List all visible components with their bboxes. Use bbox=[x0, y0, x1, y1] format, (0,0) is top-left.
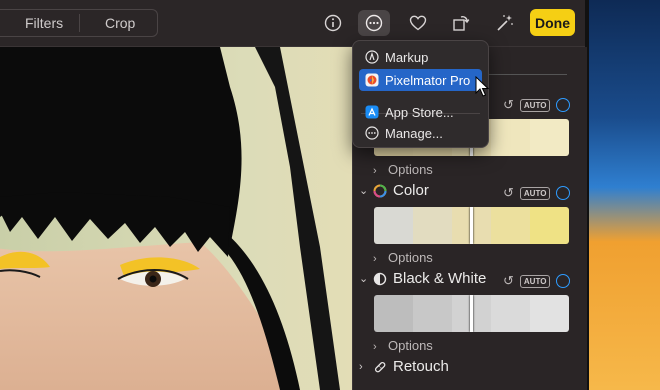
extensions-button[interactable] bbox=[358, 10, 390, 36]
panel-divider bbox=[483, 74, 567, 75]
section-retouch[interactable]: › Retouch bbox=[359, 358, 449, 375]
auto-button[interactable]: AUTO bbox=[519, 186, 551, 200]
section-title: Retouch bbox=[393, 358, 449, 375]
pixelmator-pro-icon bbox=[365, 73, 379, 87]
color-thumbnail-strip[interactable] bbox=[374, 207, 569, 244]
chevron-right-icon: › bbox=[373, 165, 377, 177]
reset-icon[interactable]: ↺ bbox=[503, 185, 514, 201]
magic-wand-icon bbox=[497, 15, 513, 31]
edit-tabs-segmented-control: Filters Crop bbox=[0, 9, 158, 37]
menu-item-pixelmator-pro[interactable]: Pixelmator Pro bbox=[359, 69, 482, 91]
info-button[interactable] bbox=[317, 10, 349, 36]
menu-item-manage[interactable]: Manage... bbox=[359, 122, 482, 144]
section-title: Color bbox=[393, 182, 429, 199]
chevron-right-icon: › bbox=[359, 360, 363, 373]
black-white-options-toggle[interactable]: › Options bbox=[373, 338, 433, 353]
enable-toggle[interactable] bbox=[556, 98, 571, 112]
rotate-button[interactable] bbox=[445, 10, 477, 36]
chevron-right-icon: › bbox=[373, 341, 377, 353]
enable-toggle[interactable] bbox=[556, 274, 571, 288]
auto-button[interactable]: AUTO bbox=[519, 98, 551, 112]
rotate-icon bbox=[453, 16, 470, 31]
menu-item-label: Pixelmator Pro bbox=[385, 72, 471, 88]
reset-icon[interactable]: ↺ bbox=[503, 273, 514, 289]
chevron-right-icon: › bbox=[373, 253, 377, 265]
color-wheel-icon bbox=[373, 184, 387, 197]
more-icon bbox=[365, 126, 379, 140]
favorite-button[interactable] bbox=[402, 10, 434, 36]
done-button[interactable]: Done bbox=[530, 9, 575, 36]
info-icon bbox=[324, 14, 342, 32]
more-icon bbox=[365, 14, 383, 32]
desktop-wallpaper bbox=[588, 0, 660, 390]
tab-filters[interactable]: Filters bbox=[25, 15, 63, 31]
section-color[interactable]: ⌄ Color bbox=[359, 182, 429, 199]
black-white-thumbnail-strip[interactable] bbox=[374, 295, 569, 332]
heart-icon bbox=[409, 15, 427, 31]
portrait-photo bbox=[0, 47, 352, 390]
options-label: Options bbox=[388, 338, 433, 353]
menu-item-markup[interactable]: Markup bbox=[359, 46, 482, 68]
menu-item-label: App Store... bbox=[385, 104, 454, 120]
black-white-controls: ↺ AUTO bbox=[503, 273, 571, 289]
reset-icon[interactable]: ↺ bbox=[503, 97, 514, 113]
section-black-white[interactable]: ⌄ Black & White bbox=[359, 270, 486, 287]
edit-toolbar: Filters Crop Done bbox=[0, 0, 588, 47]
options-label: Options bbox=[388, 162, 433, 177]
auto-enhance-button[interactable] bbox=[489, 10, 521, 36]
black-white-slider-handle[interactable] bbox=[470, 295, 473, 332]
menu-item-label: Markup bbox=[385, 49, 429, 65]
markup-icon bbox=[365, 50, 379, 64]
half-circle-icon bbox=[373, 272, 387, 285]
menu-item-app-store[interactable]: App Store... bbox=[359, 101, 482, 123]
color-options-toggle[interactable]: › Options bbox=[373, 250, 433, 265]
color-controls: ↺ AUTO bbox=[503, 185, 571, 201]
app-store-icon bbox=[365, 105, 379, 119]
options-label: Options bbox=[388, 250, 433, 265]
section-title: Black & White bbox=[393, 270, 487, 287]
photo-canvas[interactable] bbox=[0, 47, 352, 390]
menu-item-label: Manage... bbox=[385, 125, 443, 141]
tab-crop[interactable]: Crop bbox=[105, 15, 135, 31]
bandage-icon bbox=[374, 361, 386, 372]
light-options-toggle[interactable]: › Options bbox=[373, 162, 433, 177]
color-slider-handle[interactable] bbox=[470, 207, 473, 244]
light-controls: ↺ AUTO bbox=[503, 97, 571, 113]
enable-toggle[interactable] bbox=[556, 186, 571, 200]
extensions-menu: Markup Pixelmator Pro App Store... Manag… bbox=[352, 40, 489, 148]
mouse-cursor-icon bbox=[475, 76, 489, 97]
chevron-down-icon: ⌄ bbox=[359, 185, 369, 197]
segment-divider bbox=[79, 14, 80, 32]
auto-button[interactable]: AUTO bbox=[519, 274, 551, 288]
chevron-down-icon: ⌄ bbox=[359, 273, 369, 285]
